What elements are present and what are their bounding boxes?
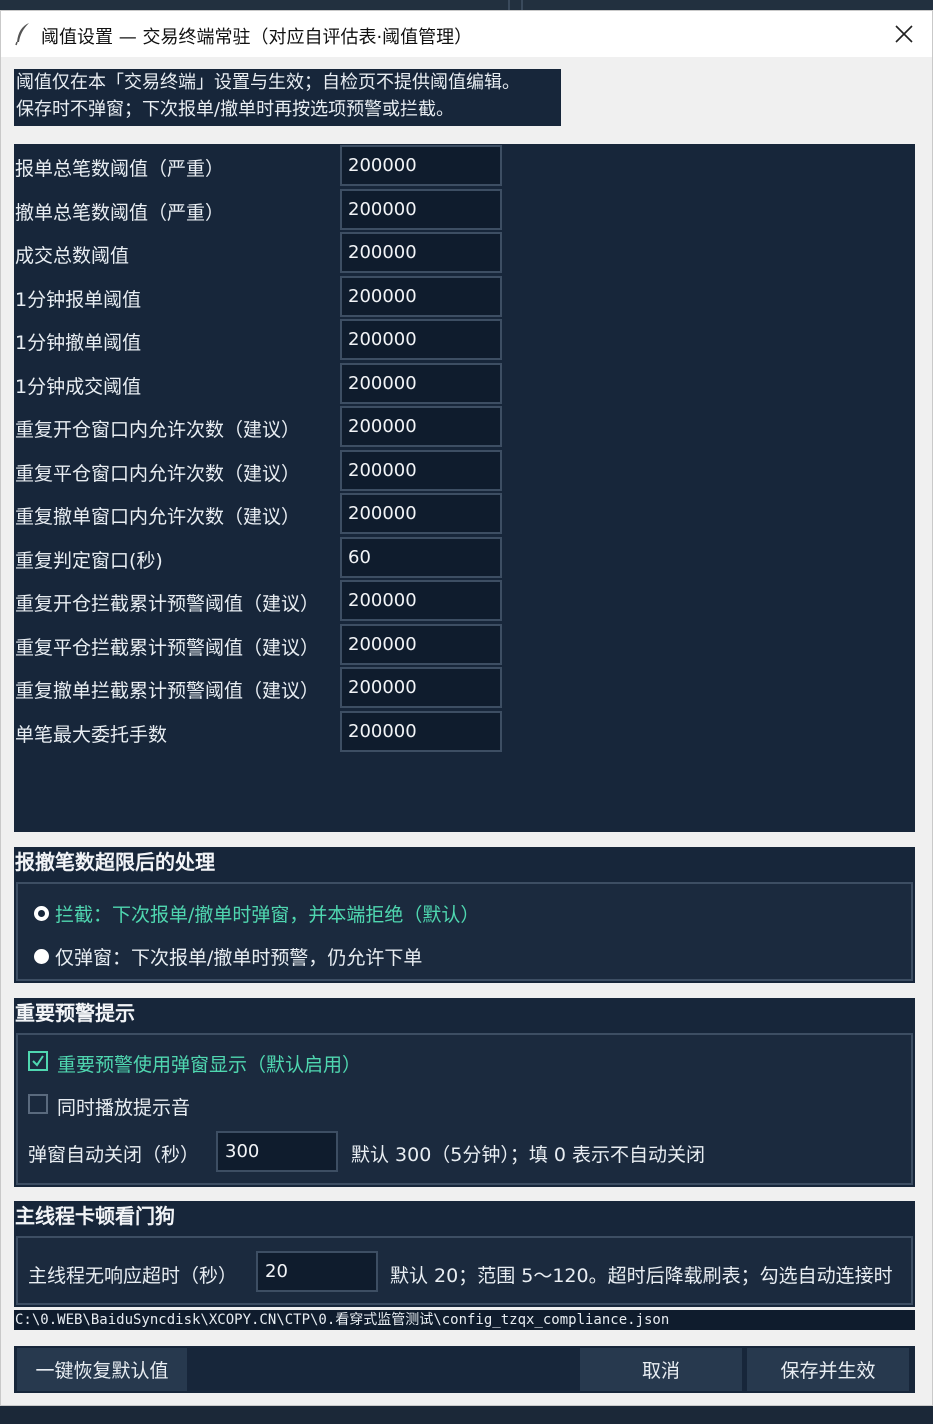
- threshold-label: 重复撤单窗口内允许次数（建议）: [15, 506, 301, 528]
- watchdog-timeout-input[interactable]: 20: [256, 1251, 378, 1292]
- threshold-input[interactable]: 200000: [340, 319, 502, 360]
- autoclose-label: 弹窗自动关闭（秒）: [28, 1144, 200, 1166]
- sound-checkbox-label[interactable]: 同时播放提示音: [57, 1093, 190, 1120]
- background-strip: [0, 0, 933, 10]
- background-tick: [508, 0, 510, 10]
- overlimit-section: 拦截：下次报单/撤单时弹窗，并本端拒绝（默认） 仅弹窗：下次报单/撤单时预警，仍…: [14, 879, 915, 983]
- window-title: 阈值设置 — 交易终端常驻（对应自评估表·阈值管理）: [41, 27, 473, 48]
- reset-defaults-button[interactable]: 一键恢复默认值: [17, 1348, 187, 1391]
- threshold-input[interactable]: 200000: [340, 580, 502, 621]
- radio-popup-only-label[interactable]: 仅弹窗：下次报单/撤单时预警，仍允许下单: [55, 943, 422, 970]
- threshold-label: 撤单总笔数阈值（严重）: [15, 202, 225, 224]
- save-button[interactable]: 保存并生效: [747, 1348, 909, 1391]
- threshold-input[interactable]: 200000: [340, 406, 502, 447]
- threshold-row: 重复判定窗口(秒) 60: [14, 537, 504, 579]
- info-note-line: 保存时不弹窗；下次报单/撤单时再按选项预警或拦截。: [16, 99, 455, 120]
- popup-checkbox-label[interactable]: 重要预警使用弹窗显示（默认启用）: [57, 1050, 361, 1077]
- threshold-label: 单笔最大委托手数: [15, 724, 168, 746]
- radio-popup-only[interactable]: [34, 949, 49, 964]
- threshold-label: 重复撤单拦截累计预警阈值（建议）: [15, 680, 320, 702]
- overlimit-options-box: 拦截：下次报单/撤单时弹窗，并本端拒绝（默认） 仅弹窗：下次报单/撤单时预警，仍…: [16, 882, 913, 981]
- threshold-input[interactable]: 200000: [340, 624, 502, 665]
- alerts-options-box: 重要预警使用弹窗显示（默认启用） 同时播放提示音 弹窗自动关闭（秒） 300 默…: [16, 1033, 913, 1185]
- threshold-label: 重复平仓拦截累计预警阈值（建议）: [15, 637, 320, 659]
- watchdog-section: 主线程无响应超时（秒） 20 默认 20；范围 5～120。超时后降载刷表；勾选…: [14, 1233, 915, 1307]
- threshold-row: 成交总数阈值 200000: [14, 232, 504, 274]
- popup-checkbox[interactable]: [28, 1051, 48, 1071]
- threshold-row: 撤单总笔数阈值（严重） 200000: [14, 189, 504, 231]
- threshold-input[interactable]: 200000: [340, 189, 502, 230]
- threshold-label: 成交总数阈值: [15, 245, 130, 267]
- title-bar: 阈值设置 — 交易终端常驻（对应自评估表·阈值管理）: [1, 11, 932, 57]
- close-button[interactable]: [876, 11, 932, 57]
- threshold-row: 重复撤单拦截累计预警阈值（建议） 200000: [14, 667, 504, 709]
- threshold-row: 报单总笔数阈值（严重） 200000: [14, 145, 504, 187]
- cancel-button[interactable]: 取消: [580, 1348, 742, 1391]
- threshold-input[interactable]: 200000: [340, 493, 502, 534]
- threshold-row: 1分钟报单阈值 200000: [14, 276, 504, 318]
- overlimit-section-title: 报撤笔数超限后的处理: [14, 847, 915, 879]
- threshold-row: 重复平仓窗口内允许次数（建议） 200000: [14, 450, 504, 492]
- threshold-row: 重复撤单窗口内允许次数（建议） 200000: [14, 493, 504, 535]
- radio-intercept[interactable]: [34, 906, 49, 921]
- button-bar: 一键恢复默认值 取消 保存并生效: [14, 1346, 915, 1393]
- threshold-input[interactable]: 60: [340, 537, 502, 578]
- settings-window: 阈值设置 — 交易终端常驻（对应自评估表·阈值管理） 阈值仅在本「交易终端」设置…: [0, 10, 933, 1406]
- threshold-row: 重复平仓拦截累计预警阈值（建议） 200000: [14, 624, 504, 666]
- watchdog-section-title: 主线程卡顿看门狗: [14, 1201, 915, 1233]
- threshold-row: 重复开仓窗口内允许次数（建议） 200000: [14, 406, 504, 448]
- info-note-line: 阈值仅在本「交易终端」设置与生效；自检页不提供阈值编辑。: [16, 72, 520, 93]
- threshold-input[interactable]: 200000: [340, 232, 502, 273]
- threshold-row: 1分钟成交阈值 200000: [14, 363, 504, 405]
- info-note: 阈值仅在本「交易终端」设置与生效；自检页不提供阈值编辑。 保存时不弹窗；下次报单…: [14, 69, 561, 126]
- watchdog-timeout-label: 主线程无响应超时（秒）: [28, 1265, 238, 1287]
- threshold-input[interactable]: 200000: [340, 276, 502, 317]
- threshold-input[interactable]: 200000: [340, 450, 502, 491]
- threshold-label: 1分钟报单阈值: [15, 289, 142, 311]
- autoclose-hint: 默认 300（5分钟）；填 0 表示不自动关闭: [351, 1144, 706, 1166]
- threshold-input[interactable]: 200000: [340, 667, 502, 708]
- threshold-row: 单笔最大委托手数 200000: [14, 711, 504, 753]
- checkmark-icon: [32, 1055, 44, 1067]
- background-tick: [521, 0, 523, 10]
- feather-icon: [13, 22, 33, 46]
- threshold-input[interactable]: 200000: [340, 363, 502, 404]
- threshold-input[interactable]: 200000: [340, 711, 502, 752]
- config-path: C:\0.WEB\BaiduSyncdisk\XCOPY.CN\CTP\0.看穿…: [14, 1310, 915, 1330]
- threshold-row: 1分钟撤单阈值 200000: [14, 319, 504, 361]
- threshold-label: 1分钟撤单阈值: [15, 332, 142, 354]
- threshold-label: 重复判定窗口(秒): [15, 550, 163, 572]
- sound-checkbox[interactable]: [28, 1094, 48, 1114]
- watchdog-options-box: 主线程无响应超时（秒） 20 默认 20；范围 5～120。超时后降载刷表；勾选…: [16, 1236, 913, 1305]
- alerts-section-title: 重要预警提示: [14, 998, 915, 1030]
- threshold-label: 1分钟成交阈值: [15, 376, 142, 398]
- threshold-label: 重复开仓拦截累计预警阈值（建议）: [15, 593, 320, 615]
- autoclose-input[interactable]: 300: [216, 1131, 338, 1172]
- alerts-section: 重要预警使用弹窗显示（默认启用） 同时播放提示音 弹窗自动关闭（秒） 300 默…: [14, 1030, 915, 1187]
- close-icon: [895, 25, 913, 43]
- threshold-label: 重复开仓窗口内允许次数（建议）: [15, 419, 301, 441]
- threshold-panel: 报单总笔数阈值（严重） 200000 撤单总笔数阈值（严重） 200000 成交…: [14, 144, 915, 832]
- radio-intercept-label[interactable]: 拦截：下次报单/撤单时弹窗，并本端拒绝（默认）: [55, 900, 479, 927]
- threshold-row: 重复开仓拦截累计预警阈值（建议） 200000: [14, 580, 504, 622]
- threshold-label: 重复平仓窗口内允许次数（建议）: [15, 463, 301, 485]
- threshold-input[interactable]: 200000: [340, 145, 502, 186]
- threshold-label: 报单总笔数阈值（严重）: [15, 158, 225, 180]
- background-strip: [0, 1406, 933, 1424]
- watchdog-timeout-hint: 默认 20；范围 5～120。超时后降载刷表；勾选自动连接时: [390, 1265, 893, 1287]
